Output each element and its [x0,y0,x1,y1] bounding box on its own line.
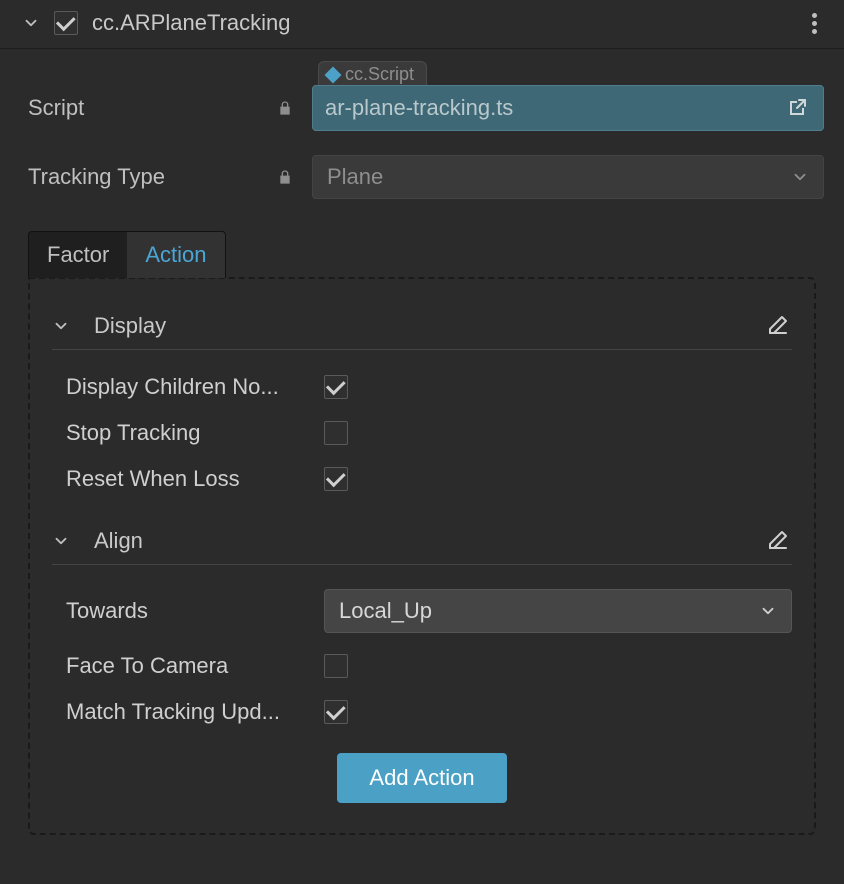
lock-icon [274,166,296,188]
component-header: cc.ARPlaneTracking [0,0,844,49]
section-header-align: Align [52,522,792,565]
tabs: Factor Action [28,231,816,278]
section-header-display: Display [52,307,792,350]
tracking-type-value: Plane [327,164,791,190]
prop-display-children: Display Children No... [52,364,792,410]
tracking-type-label: Tracking Type [28,164,258,190]
prop-stop-tracking: Stop Tracking [52,410,792,456]
script-type-diamond-icon [325,66,342,83]
chevron-down-icon [791,168,809,186]
tab-body-action: Display Display Children No... Stop Trac… [28,277,816,835]
collapse-component-icon[interactable] [22,14,40,32]
collapse-section-icon[interactable] [52,317,70,335]
towards-value: Local_Up [339,598,759,624]
inspector-panel: cc.ARPlaneTracking Script cc.Script ar-p… [0,0,844,884]
component-menu-button[interactable] [802,11,826,35]
prop-label: Face To Camera [66,653,306,679]
property-row-script: Script cc.Script ar-plane-tracking.ts [0,73,844,143]
prop-label: Towards [66,598,306,624]
prop-label: Reset When Loss [66,466,306,492]
script-file-name: ar-plane-tracking.ts [325,95,773,121]
tab-factor[interactable]: Factor [29,232,127,278]
component-title: cc.ARPlaneTracking [92,10,802,36]
add-action-row: Add Action [52,753,792,803]
script-label: Script [28,95,258,121]
prop-label: Stop Tracking [66,420,306,446]
script-tag: cc.Script [318,61,427,85]
tab-action[interactable]: Action [127,232,224,278]
property-row-tracking-type: Tracking Type Plane [0,143,844,211]
towards-select[interactable]: Local_Up [324,589,792,633]
chevron-down-icon [759,602,777,620]
edit-section-icon[interactable] [766,528,792,554]
reset-when-loss-checkbox[interactable] [324,467,348,491]
prop-label: Match Tracking Upd... [66,699,306,725]
prop-face-to-camera: Face To Camera [52,643,792,689]
stop-tracking-checkbox[interactable] [324,421,348,445]
collapse-section-icon[interactable] [52,532,70,550]
edit-section-icon[interactable] [766,313,792,339]
display-children-checkbox[interactable] [324,375,348,399]
tracking-type-select[interactable]: Plane [312,155,824,199]
prop-label: Display Children No... [66,374,306,400]
component-enabled-checkbox[interactable] [54,11,78,35]
prop-match-tracking-update: Match Tracking Upd... [52,689,792,735]
add-action-button[interactable]: Add Action [337,753,506,803]
lock-icon [274,97,296,119]
prop-towards: Towards Local_Up [52,579,792,643]
open-script-icon[interactable] [783,94,811,122]
script-value-box[interactable]: ar-plane-tracking.ts [312,85,824,131]
script-field[interactable]: cc.Script ar-plane-tracking.ts [312,85,824,131]
section-title: Display [94,313,756,339]
match-tracking-update-checkbox[interactable] [324,700,348,724]
prop-reset-when-loss: Reset When Loss [52,456,792,502]
section-title: Align [94,528,756,554]
face-to-camera-checkbox[interactable] [324,654,348,678]
script-tag-label: cc.Script [345,64,414,85]
